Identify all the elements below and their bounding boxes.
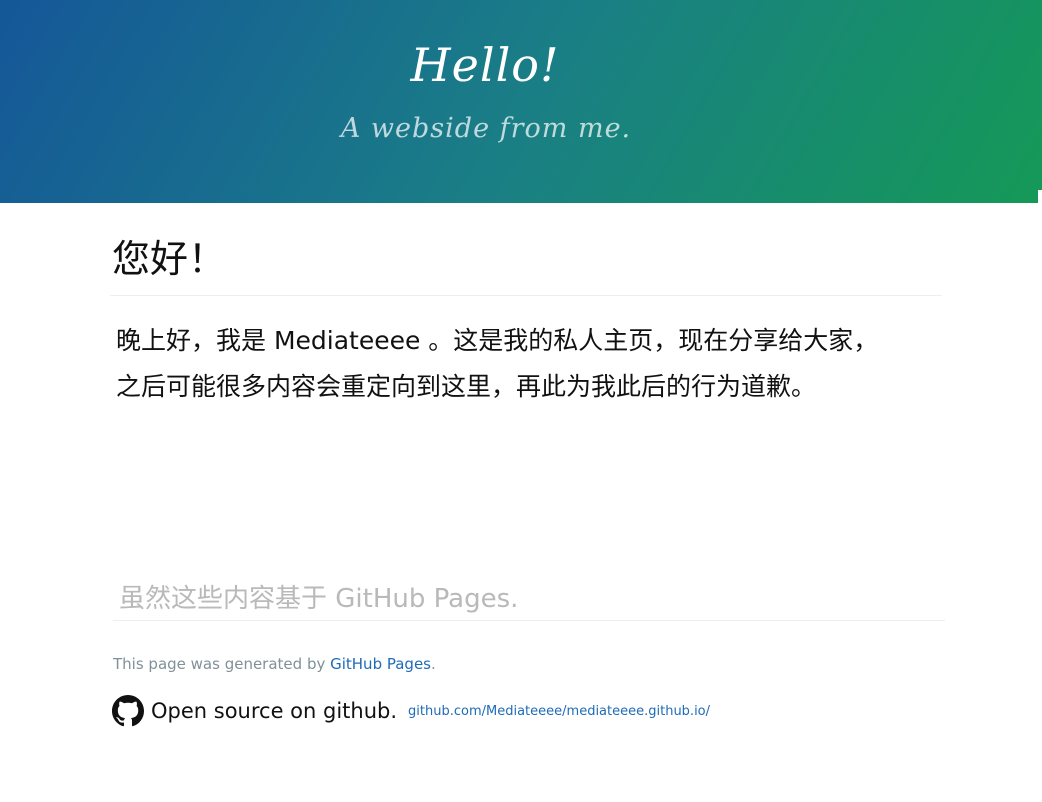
page-title: 您好！ — [112, 237, 227, 281]
page-header: Hello! A webside from me. — [0, 0, 1042, 203]
open-source-label: Open source on github. — [151, 699, 398, 723]
generated-suffix: . — [431, 655, 436, 673]
github-pages-note: 虽然这些内容基于 GitHub Pages. — [119, 584, 519, 614]
header-edge-strip — [1038, 190, 1042, 203]
repo-link[interactable]: github.com/Mediateeee/mediateeee.github.… — [408, 704, 710, 719]
header-title: Hello! — [410, 38, 560, 92]
github-pages-link[interactable]: GitHub Pages — [330, 655, 431, 673]
intro-paragraph: 晚上好，我是 Mediateeee 。这是我的私人主页，现在分享给大家， 之后可… — [116, 318, 946, 410]
intro-line-1: 晚上好，我是 Mediateeee 。这是我的私人主页，现在分享给大家， — [116, 326, 879, 355]
title-divider — [110, 295, 942, 296]
generated-by-text: This page was generated by GitHub Pages. — [113, 655, 436, 673]
footer-divider — [113, 620, 945, 621]
header-tagline: A webside from me. — [340, 113, 632, 144]
generated-prefix: This page was generated by — [113, 655, 331, 673]
intro-line-2: 之后可能很多内容会重定向到这里，再此为我此后的行为道歉。 — [116, 372, 817, 401]
github-icon[interactable] — [112, 695, 144, 727]
open-source-row: Open source on github. github.com/Mediat… — [112, 695, 710, 727]
